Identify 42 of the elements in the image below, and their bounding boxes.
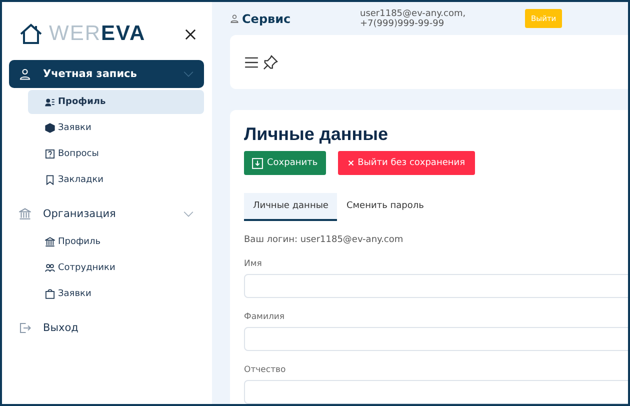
tab[interactable]: Личные данные	[244, 193, 338, 221]
sidebar-item[interactable]: Заявки	[28, 282, 204, 306]
exit-icon	[19, 322, 31, 334]
people-icon	[45, 263, 55, 273]
sidebar-item[interactable]: Профиль	[28, 90, 204, 114]
cube-icon	[45, 123, 55, 133]
bank-icon	[19, 208, 31, 220]
sidebar-item[interactable]: Закладки	[28, 168, 204, 192]
logo[interactable]: WEREVA	[49, 22, 146, 46]
house-icon	[19, 22, 43, 46]
field-label: Имя	[244, 259, 263, 269]
discard-button[interactable]: Выйти без сохранения	[338, 151, 476, 175]
contact-text: user1185@ev-any.com, +7(999)999-99-99	[360, 8, 467, 29]
sidebar-group[interactable]: Выход	[9, 314, 204, 342]
input-field[interactable]	[244, 274, 628, 298]
id-card-icon	[45, 97, 55, 107]
bag-icon	[45, 289, 55, 299]
close-icon[interactable]	[185, 28, 196, 40]
person-icon	[230, 14, 239, 24]
sidebar-item[interactable]: Заявки	[28, 116, 204, 140]
person-icon	[19, 68, 31, 80]
input-field[interactable]	[244, 327, 628, 351]
bank-icon	[45, 237, 55, 247]
menu-icon[interactable]	[245, 56, 258, 68]
save-button[interactable]: Сохранить	[244, 151, 326, 175]
close-icon	[348, 160, 354, 166]
pin-icon[interactable]	[263, 54, 278, 70]
save-icon	[252, 158, 263, 168]
question-icon	[45, 149, 55, 159]
sidebar-item[interactable]: Вопросы	[28, 142, 204, 166]
tab[interactable]: Сменить пароль	[337, 193, 433, 221]
sidebar-group[interactable]: Учетная запись	[9, 60, 204, 88]
field-label: Отчество	[244, 365, 287, 375]
sidebar-item[interactable]: Сотрудники	[28, 256, 204, 280]
bookmark-icon	[45, 175, 55, 185]
field-label: Фамилия	[244, 312, 286, 322]
sidebar-group[interactable]: Организация	[9, 200, 204, 228]
login-text: Ваш логин: user1185@ev-any.com	[244, 235, 404, 245]
page-header: Сервис	[230, 12, 360, 26]
page-title: Личные данные	[244, 124, 389, 145]
input-field[interactable]	[244, 380, 628, 404]
sidebar-item[interactable]: Профиль	[28, 230, 204, 254]
